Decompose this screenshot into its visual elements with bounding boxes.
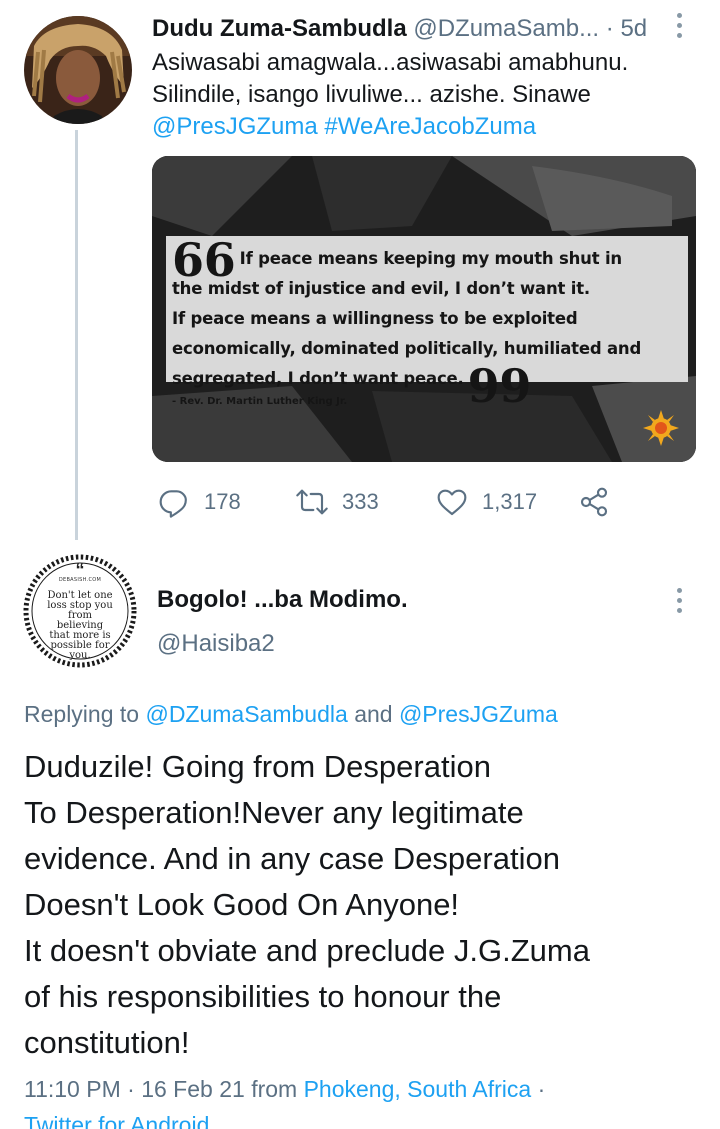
retweet-button[interactable]: 333 [296,484,379,520]
tweet-text-line: constitution! [24,1025,190,1060]
tweet-metadata: 11:10 PM · 16 Feb 21 from Phokeng, South… [24,1071,714,1129]
parent-text-line: Asiwasabi amagwala...asiwasabi amabhunu. [152,49,629,76]
tweet-action-bar: 178 333 1,317 [158,484,638,520]
more-options-icon[interactable] [673,13,685,38]
share-icon [580,487,608,517]
from-label: from [251,1076,298,1102]
reply-count: 178 [204,489,241,514]
retweet-count: 333 [342,489,379,514]
avatar-text-line: from believing [56,610,104,631]
retweet-icon [296,489,328,515]
replying-conjunction: and [354,701,393,727]
parent-text-line: Silindile, isango livuliwe... azishe. Si… [152,81,591,108]
avatar-text: Don't let one loss stop you from believi… [44,591,116,661]
quote-overlay: 66 If peace means keeping my mouth shut i… [166,236,688,409]
tweet-media-image[interactable]: 66 If peace means keeping my mouth shut i… [152,156,696,462]
like-count: 1,317 [482,489,538,514]
like-icon [437,489,467,516]
tweet-time: 11:10 PM [24,1076,121,1102]
reply-mention-link[interactable]: @PresJGZuma [399,701,558,727]
main-tweet-text: Duduzile! Going from Desperation To Desp… [24,744,714,1066]
close-quote-glyph: 99 [467,359,532,413]
reply-icon [159,490,187,518]
parent-tweet-avatar[interactable] [24,16,132,124]
sun-logo-icon [643,410,679,446]
parent-tweet-header: Dudu Zuma-Sambudla @DZumaSamb... · 5d [152,14,672,44]
quote-line: If peace means a willingness to be explo… [172,309,578,328]
quote-line: If peace means keeping my mouth shut in [239,249,623,268]
replying-prefix: Replying to [24,701,140,727]
tweet-text-line: To Desperation!Never any legitimate [24,795,524,830]
parent-tweet-time[interactable]: 5d [620,15,647,42]
quote-line: economically, dominated politically, hum… [172,339,642,358]
quote-line: the midst of injustice and evil, I don’t… [172,279,590,298]
quote-attribution: - Rev. Dr. Martin Luther King Jr. [172,396,348,407]
avatar-text-line: you. [69,650,91,661]
replying-to: Replying to @DZumaSambudla and @PresJGZu… [24,698,558,730]
hashtag-link[interactable]: #WeAreJacobZuma [324,113,536,140]
tweet-text-line: evidence. And in any case Desperation [24,841,560,876]
thread-connector-line [75,130,78,540]
parent-tweet-text: Asiwasabi amagwala...asiwasabi amabhunu.… [152,47,692,143]
meta-separator: · [127,1076,135,1102]
like-button[interactable]: 1,317 [436,484,537,520]
parent-author-handle[interactable]: @DZumaSamb... [413,15,599,42]
tweet-text-line: of his responsibilities to honour the [24,979,502,1014]
avatar-photo [24,16,132,124]
header-separator: · [605,15,614,42]
main-author-name[interactable]: Bogolo! ...ba Modimo. [157,585,408,615]
mention-link[interactable]: @PresJGZuma [152,113,318,140]
more-options-icon[interactable] [673,588,685,613]
quote-line: segregated, I don’t want peace. [172,369,464,388]
tweet-date: 16 Feb 21 [141,1076,245,1102]
main-author-handle[interactable]: @Haisiba2 [157,629,275,659]
meta-separator: · [537,1076,546,1102]
tweet-text-line: Doesn't Look Good On Anyone! [24,887,460,922]
reply-mention-link[interactable]: @DZumaSambudla [145,701,347,727]
share-button[interactable] [578,484,610,520]
client-link[interactable]: Twitter for Android [24,1112,209,1129]
tweet-text-line: Duduzile! Going from Desperation [24,749,491,784]
main-tweet-avatar[interactable]: “ DEBASISH.COM Don't let one loss stop y… [22,553,138,669]
reply-button[interactable]: 178 [158,484,241,520]
tweet-text-line: It doesn't obviate and preclude J.G.Zuma [24,933,590,968]
avatar-brand-text: DEBASISH.COM [58,577,102,583]
location-link[interactable]: Phokeng, South Africa [304,1076,532,1102]
parent-author-name[interactable]: Dudu Zuma-Sambudla [152,15,407,42]
